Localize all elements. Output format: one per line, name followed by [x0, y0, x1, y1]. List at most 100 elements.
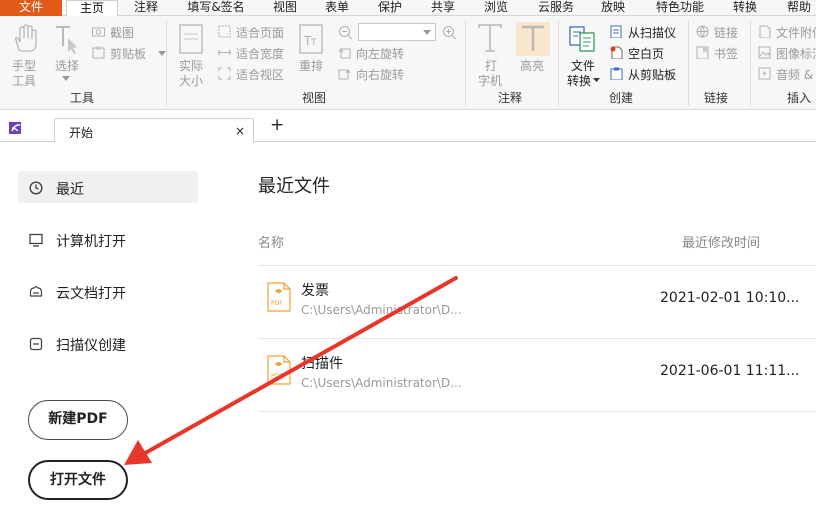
file-convert-icon: [569, 26, 595, 52]
fit-width-label: 适合宽度: [236, 47, 285, 61]
menu-share[interactable]: 共享: [420, 0, 466, 16]
image-annotation-label: 图像标注: [776, 47, 816, 61]
file-convert-label-2[interactable]: 转换: [567, 74, 591, 88]
menu-comment[interactable]: 注释: [124, 0, 168, 16]
svg-text:PDF: PDF: [271, 300, 283, 307]
tab-start[interactable]: 开始 ×: [54, 118, 254, 143]
select-tool-label[interactable]: 选择: [55, 59, 79, 73]
highlight-button[interactable]: [516, 22, 550, 56]
pdf-file-icon: PDF: [267, 355, 291, 385]
group-separator: [558, 20, 559, 106]
menu-features[interactable]: 特色功能: [648, 0, 712, 16]
fit-width-icon: [218, 49, 231, 56]
nav-item-scanner-create[interactable]: 扫描仪创建: [18, 327, 198, 359]
blank-page-label: 空白页: [628, 47, 665, 61]
nav-item-recent[interactable]: 最近: [18, 171, 198, 203]
annot-group-label: 注释: [498, 91, 523, 105]
clock-icon: [29, 181, 43, 195]
audio-video-label: 音频 &: [776, 68, 814, 82]
list-item[interactable]: PDF 扫描件 C:\Users\Administrator\D... 2021…: [258, 339, 816, 411]
document-tab-bar: 开始 × +: [0, 111, 816, 143]
pdf-file-icon: PDF: [267, 282, 291, 312]
menu-cloud[interactable]: 云服务: [530, 0, 582, 16]
open-file-button[interactable]: 打开文件: [28, 460, 128, 500]
nav-item-open-cloud[interactable]: 云文档打开: [18, 275, 198, 307]
list-item[interactable]: PDF 发票 C:\Users\Administrator\D... 2021-…: [258, 266, 816, 338]
menu-form[interactable]: 表单: [314, 0, 360, 16]
select-text-icon: [56, 26, 77, 54]
attachment-icon: [759, 25, 771, 38]
fit-visible-label: 适合视区: [236, 68, 285, 82]
hand-tool-label-1[interactable]: 手型: [12, 59, 36, 73]
fit-visible-icon: [218, 67, 231, 80]
chevron-down-icon: [593, 78, 600, 82]
nav-item-label: 计算机打开: [56, 234, 126, 250]
typewriter-icon: [478, 24, 502, 52]
scanner-create-icon: [610, 25, 622, 38]
audio-icon: [758, 67, 771, 80]
chevron-down-icon: [62, 76, 70, 81]
typewriter-label-1[interactable]: 打: [485, 59, 497, 73]
menu-help[interactable]: 帮助: [776, 0, 816, 16]
fit-page-label: 适合页面: [236, 26, 285, 40]
group-separator: [750, 20, 751, 106]
actual-size-label-2[interactable]: 大小: [179, 74, 203, 88]
scanner-icon: [29, 337, 43, 351]
file-path: C:\Users\Administrator\D...: [301, 303, 462, 317]
column-header-modified[interactable]: 最近修改时间: [682, 232, 760, 251]
file-convert-label-1[interactable]: 文件: [571, 59, 595, 73]
file-name: 发票: [301, 283, 329, 299]
image-icon: [758, 46, 771, 59]
menu-fill-sign[interactable]: 填写&签名: [176, 0, 256, 16]
screenshot-label: 截图: [110, 26, 135, 40]
highlight-label[interactable]: 高亮: [520, 59, 544, 73]
menu-protect[interactable]: 保护: [367, 0, 413, 16]
nav-item-open-computer[interactable]: 计算机打开: [18, 223, 198, 255]
monitor-icon: [29, 233, 43, 247]
nav-item-label: 最近: [56, 182, 84, 198]
menu-home[interactable]: 主页: [66, 0, 118, 17]
menu-convert[interactable]: 转换: [722, 0, 768, 16]
group-separator: [166, 20, 167, 106]
chevron-down-icon: [423, 30, 431, 35]
link-label: 链接: [714, 26, 739, 40]
zoom-out-icon[interactable]: [338, 25, 354, 41]
camera-icon: [92, 27, 105, 37]
divider: [258, 411, 816, 412]
rotate-left-label: 向左旋转: [356, 47, 405, 61]
actual-size-label-1[interactable]: 实际: [179, 59, 203, 73]
insert-group-label: 插入: [787, 91, 812, 105]
page-title: 最近文件: [258, 176, 330, 197]
zoom-in-icon[interactable]: [442, 25, 458, 41]
bookmark-label: 书签: [714, 47, 739, 61]
clipboard-label: 剪贴板: [110, 47, 147, 61]
svg-text:T: T: [310, 38, 317, 48]
create-group-label: 创建: [609, 91, 634, 105]
hand-tool-icon: [15, 24, 37, 52]
file-path: C:\Users\Administrator\D...: [301, 376, 462, 390]
rotate-left-icon: [338, 48, 351, 59]
bookmark-icon: [696, 46, 709, 59]
column-header-name[interactable]: 名称: [258, 232, 284, 251]
file-name: 扫描件: [301, 356, 343, 372]
menu-slideshow[interactable]: 放映: [590, 0, 636, 16]
zoom-level-select[interactable]: [358, 23, 436, 41]
menu-view[interactable]: 视图: [262, 0, 308, 16]
add-tab-icon[interactable]: +: [270, 115, 284, 135]
group-separator: [688, 20, 689, 106]
nav-item-label: 扫描仪创建: [56, 338, 126, 354]
view-group-label: 视图: [302, 91, 327, 105]
menu-file[interactable]: 文件: [0, 0, 62, 16]
hand-tool-label-2[interactable]: 工具: [12, 74, 36, 88]
actual-size-icon: [179, 24, 203, 54]
from-scanner-label: 从扫描仪: [628, 26, 677, 40]
group-separator: [465, 20, 466, 106]
typewriter-label-2[interactable]: 字机: [478, 74, 502, 88]
tools-group-label: 工具: [70, 91, 95, 105]
chevron-down-icon: [158, 51, 166, 56]
menu-browse[interactable]: 浏览: [473, 0, 519, 16]
reflow-label[interactable]: 重排: [299, 59, 323, 73]
new-pdf-button[interactable]: 新建PDF: [28, 400, 128, 440]
close-icon[interactable]: ×: [235, 124, 245, 138]
fit-page-icon: [218, 25, 231, 38]
